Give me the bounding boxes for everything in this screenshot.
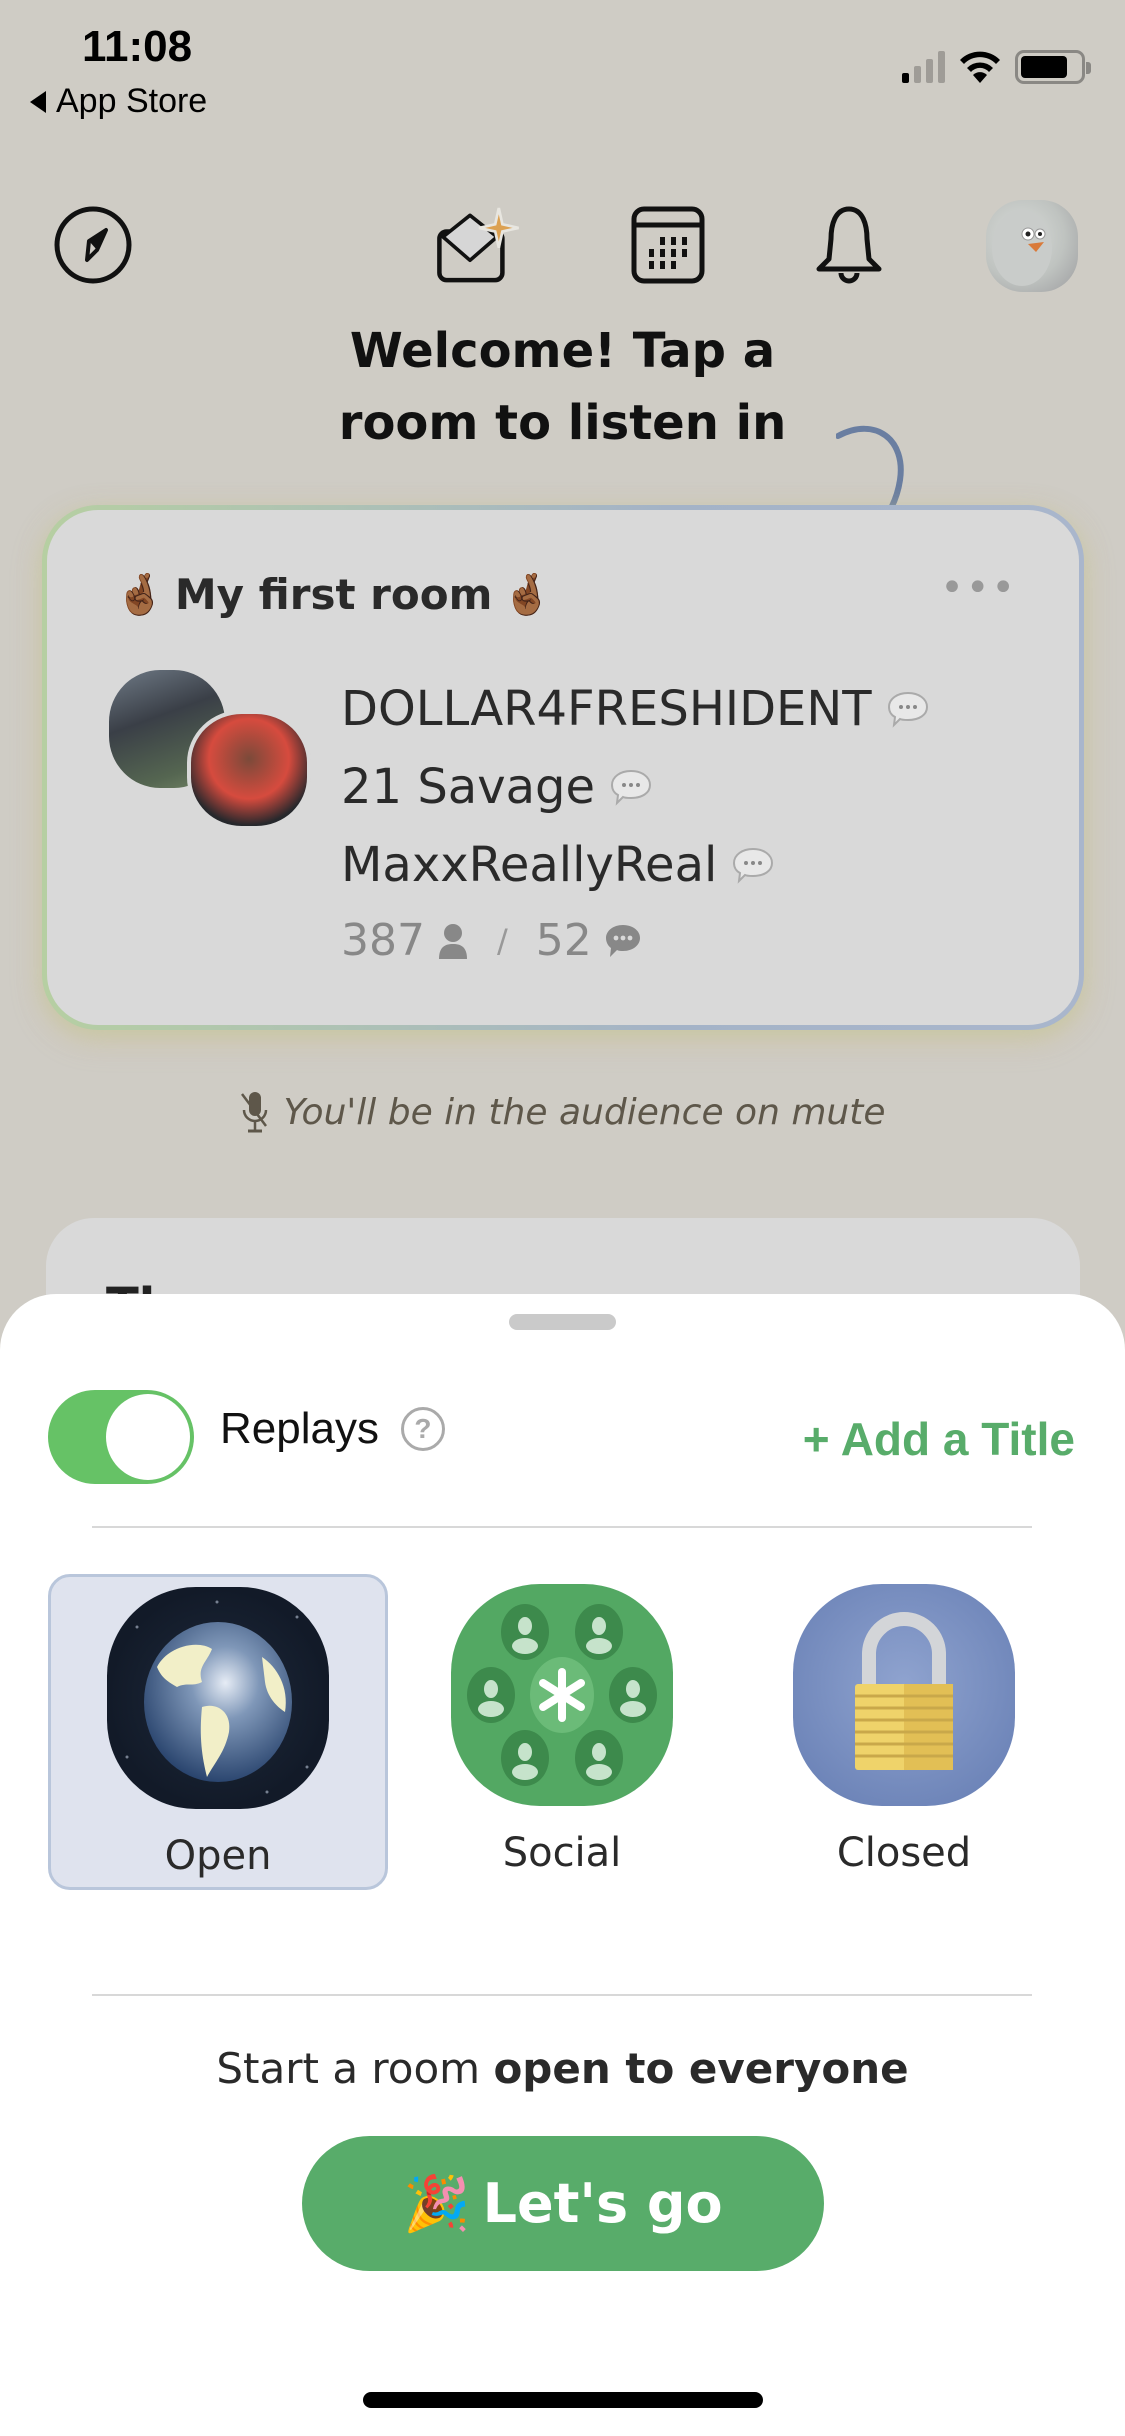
compass-icon [54,206,132,284]
speaker-avatar [187,710,311,830]
padlock-icon [793,1584,1015,1806]
invite-button[interactable] [434,200,524,290]
party-popper-icon: 🎉 [403,2171,471,2235]
status-icons [902,50,1091,84]
room-type-social[interactable]: Social [392,1574,732,1890]
globe-icon [107,1587,329,1809]
room-type-label: Closed [836,1830,972,1876]
room-type-open[interactable]: Open [48,1574,388,1890]
room-type-closed[interactable]: Closed [734,1574,1074,1890]
room-counts: 387 / 52 [341,915,642,966]
chat-bubble-icon [605,924,640,957]
home-indicator[interactable] [363,2392,763,2408]
speaker-list: DOLLAR4FRESHIDENT 21 Savage MaxxReallyRe… [341,670,930,904]
bell-icon [816,206,882,284]
speech-bubble-icon [887,691,928,728]
toggle-knob [106,1394,190,1480]
crossed-fingers-emoji: 🤞🏾 [502,572,553,618]
room-type-label: Social [502,1830,622,1876]
bird-avatar-icon [992,210,1052,286]
calendar-button[interactable] [623,200,713,290]
battery-icon [1015,50,1091,84]
social-group-icon [451,1584,673,1806]
chat-count: 52 [535,915,592,966]
lets-go-button[interactable]: 🎉 Let's go [302,2136,824,2271]
divider [92,1526,1032,1528]
welcome-message: Welcome! Tap a room to listen in [338,323,787,451]
back-arrow-icon [30,90,46,113]
profile-avatar[interactable] [986,200,1078,292]
start-room-description: Start a room open to everyone [216,2044,909,2093]
help-icon[interactable]: ? [400,1407,445,1451]
replays-toggle[interactable] [48,1390,194,1484]
notifications-button[interactable] [804,200,894,290]
sheet-grabber[interactable] [509,1314,616,1330]
crossed-fingers-emoji: 🤞🏾 [115,572,165,618]
invite-envelope-icon [437,207,519,283]
room-card[interactable]: 🤞🏾 My first room 🤞🏾 ••• DOLLAR4FRESHIDEN… [42,505,1084,1030]
mute-note: You'll be in the audience on mute [0,1090,1125,1134]
separator: / [496,921,508,960]
speaker-item: DOLLAR4FRESHIDENT [341,670,930,748]
calendar-icon [631,206,705,284]
room-type-label: Open [164,1833,272,1879]
explore-button[interactable] [48,200,138,290]
speaker-item: 21 Savage [341,748,930,826]
start-room-sheet: Replays ? + Add a Title Open Social Clos… [0,1294,1125,2436]
back-label: App Store [56,82,208,120]
status-time: 11:08 [82,22,193,71]
listener-count: 387 [341,915,425,966]
speech-bubble-icon [733,847,774,884]
back-to-app-store[interactable]: App Store [30,82,207,121]
divider [92,1994,1032,1996]
wifi-icon [960,51,1000,83]
more-options-button[interactable]: ••• [940,568,1017,608]
muted-mic-icon [240,1092,267,1133]
add-title-button[interactable]: + Add a Title [803,1412,1075,1466]
room-title: 🤞🏾 My first room 🤞🏾 [115,570,553,619]
replays-label-row: Replays ? [220,1404,445,1454]
speaker-item: MaxxReallyReal [341,826,930,904]
signal-icon [902,51,945,83]
person-icon [438,923,467,959]
speech-bubble-icon [611,769,652,806]
